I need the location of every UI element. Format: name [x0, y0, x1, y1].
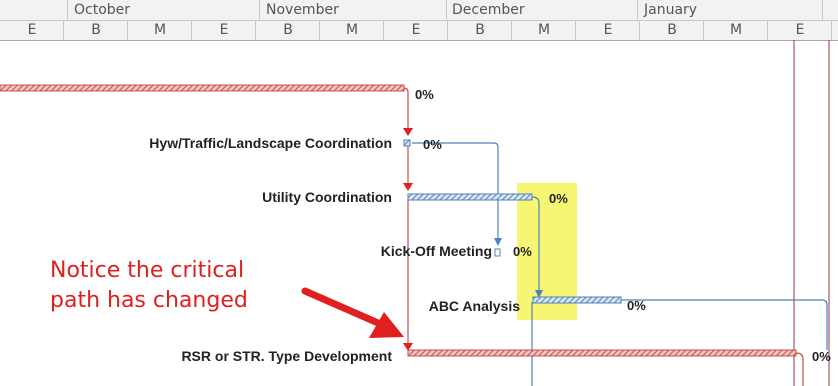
- critical-path-annotation: Notice the critical path has changed: [50, 256, 248, 316]
- task-bar-critical[interactable]: [0, 84, 405, 92]
- annotation-line-1: Notice the critical: [50, 258, 245, 283]
- task-label-hyw-traffic: Hyw/Traffic/Landscape Coordination: [149, 135, 392, 151]
- percent-complete: 0%: [812, 349, 831, 364]
- percent-complete: 0%: [627, 298, 646, 313]
- annotation-line-2: path has changed: [50, 288, 248, 313]
- callout-arrow: [301, 287, 389, 330]
- task-label-abc-analysis: ABC Analysis: [428, 298, 520, 314]
- percent-complete: 0%: [513, 244, 532, 259]
- task-label-utility-coordination: Utility Coordination: [262, 189, 392, 205]
- critical-link: [402, 87, 409, 133]
- dependency-link-arrowhead: [494, 238, 502, 246]
- task-bar-hyw-traffic[interactable]: [403, 139, 411, 147]
- dependency-link: [412, 142, 499, 240]
- critical-link-arrowhead: [403, 128, 413, 136]
- task-label-rsr-str-type: RSR or STR. Type Development: [181, 348, 392, 364]
- percent-complete: 0%: [549, 191, 568, 206]
- task-label-kick-off-meeting: Kick-Off Meeting: [380, 243, 492, 259]
- task-bar-rsr-str-type[interactable]: [407, 349, 797, 357]
- task-bar-kick-off-meeting[interactable]: [494, 248, 501, 257]
- task-bar-abc-analysis[interactable]: [532, 296, 622, 304]
- critical-link: [795, 352, 804, 386]
- dependency-link: [621, 299, 828, 350]
- task-bar-utility-coordination[interactable]: [407, 193, 533, 201]
- critical-link-arrowhead: [403, 183, 413, 191]
- gantt-chart: [0, 40, 830, 386]
- dependency-link: [531, 196, 540, 292]
- percent-complete: 0%: [423, 137, 442, 152]
- percent-complete: 0%: [415, 87, 434, 102]
